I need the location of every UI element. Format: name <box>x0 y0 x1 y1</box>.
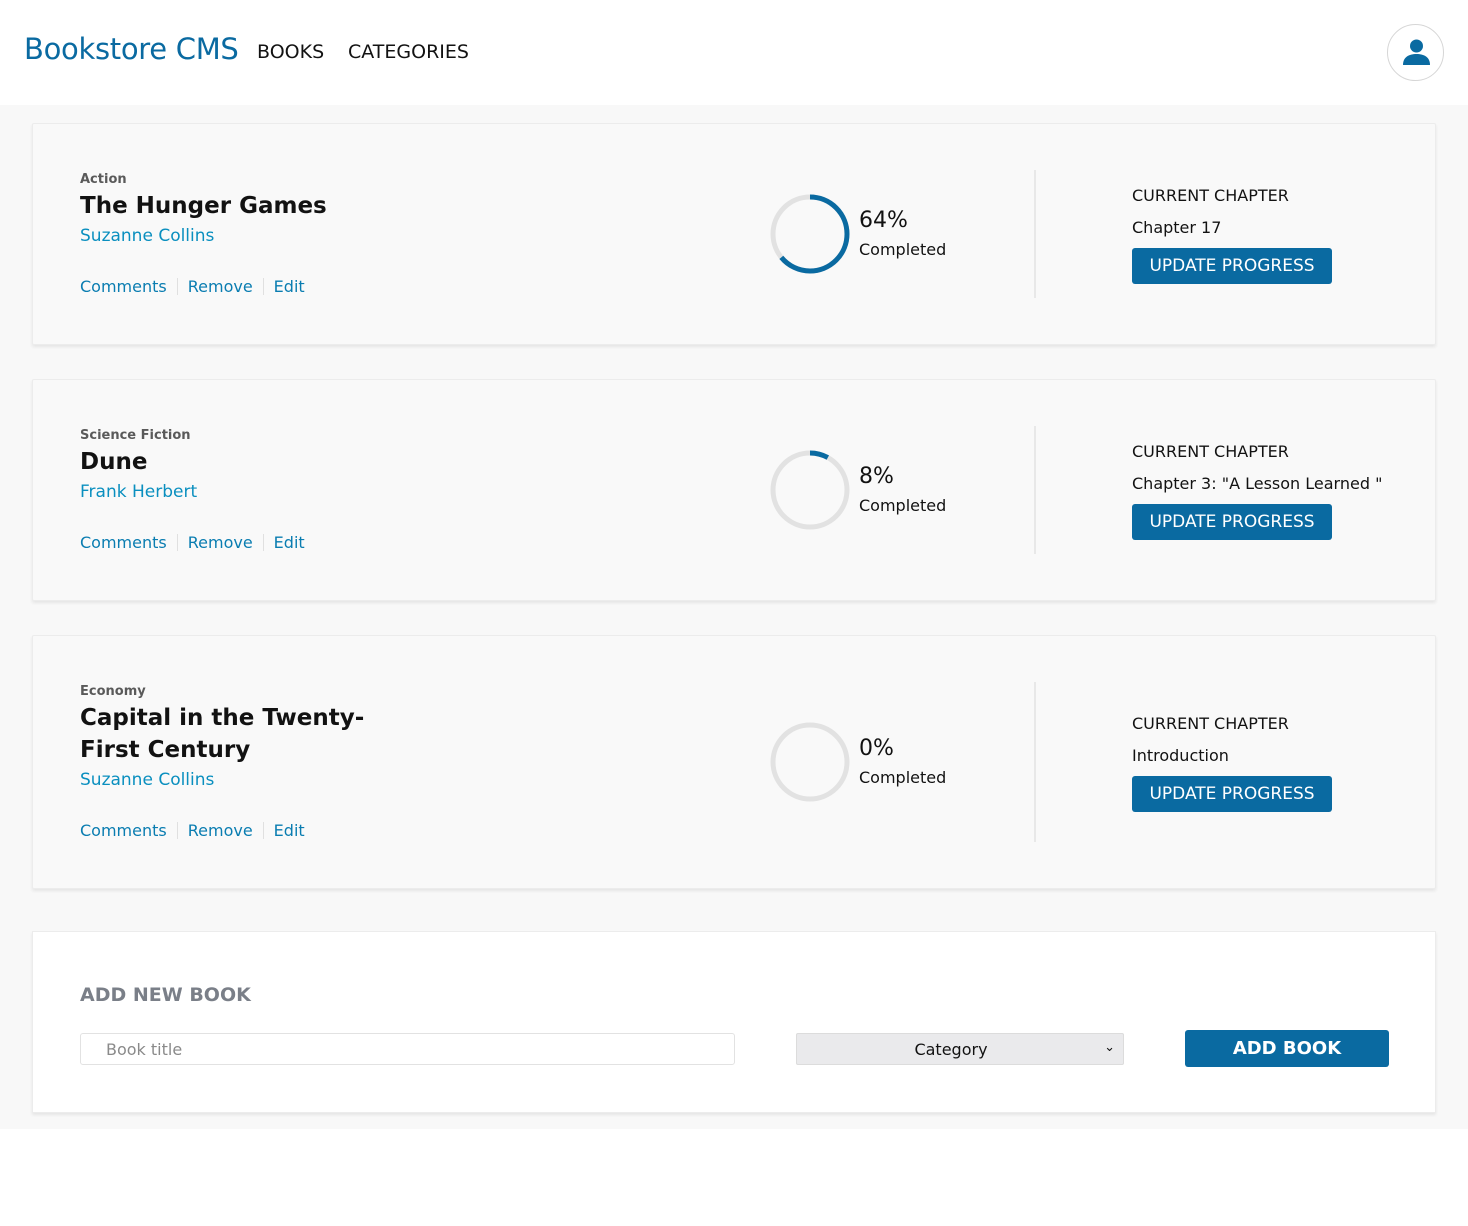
book-genre: Economy <box>80 684 146 699</box>
user-icon <box>1403 39 1430 65</box>
book-actions: Comments Remove Edit <box>80 533 305 552</box>
remove-button[interactable]: Remove <box>188 821 253 840</box>
app-header: Bookstore CMS BOOKS CATEGORIES <box>0 0 1468 105</box>
remove-button[interactable]: Remove <box>188 533 253 552</box>
current-chapter: Chapter 3: "A Lesson Learned " <box>1132 474 1383 493</box>
comments-button[interactable]: Comments <box>80 277 167 296</box>
book-author[interactable]: Suzanne Collins <box>80 770 214 790</box>
comments-button[interactable]: Comments <box>80 533 167 552</box>
current-chapter-label: CURRENT CHAPTER <box>1132 442 1289 461</box>
progress-ring <box>770 450 850 530</box>
progress-percent: 0% <box>859 736 894 761</box>
progress-ring <box>770 722 850 802</box>
edit-button[interactable]: Edit <box>274 821 305 840</box>
update-progress-button[interactable]: UPDATE PROGRESS <box>1132 248 1332 284</box>
book-title: The Hunger Games <box>80 193 327 219</box>
progress-ring <box>770 194 850 274</box>
completed-label: Completed <box>859 768 947 787</box>
book-actions: Comments Remove Edit <box>80 821 305 840</box>
current-chapter-label: CURRENT CHAPTER <box>1132 186 1289 205</box>
update-progress-button[interactable]: UPDATE PROGRESS <box>1132 504 1332 540</box>
book-author[interactable]: Frank Herbert <box>80 482 197 502</box>
current-chapter-label: CURRENT CHAPTER <box>1132 714 1289 733</box>
book-title: Dune <box>80 449 148 475</box>
chevron-down-icon: ⌄ <box>1104 1040 1115 1055</box>
book-title-input[interactable] <box>80 1033 735 1065</box>
completed-label: Completed <box>859 240 947 259</box>
user-avatar-button[interactable] <box>1387 24 1444 81</box>
divider <box>262 534 264 551</box>
category-select[interactable]: Category ⌄ <box>796 1033 1124 1065</box>
book-card: Economy Capital in the Twenty-First Cent… <box>32 635 1436 889</box>
book-card: Action The Hunger Games Suzanne Collins … <box>32 123 1436 345</box>
vertical-divider <box>1034 170 1036 298</box>
edit-button[interactable]: Edit <box>274 277 305 296</box>
book-author[interactable]: Suzanne Collins <box>80 226 214 246</box>
vertical-divider <box>1034 426 1036 554</box>
vertical-divider <box>1034 682 1036 842</box>
progress-percent: 8% <box>859 464 894 489</box>
book-genre: Science Fiction <box>80 428 191 443</box>
add-book-form: ADD NEW BOOK Category ⌄ ADD BOOK <box>32 931 1436 1113</box>
book-title: Capital in the Twenty-First Century <box>80 705 365 763</box>
edit-button[interactable]: Edit <box>274 533 305 552</box>
app-logo[interactable]: Bookstore CMS <box>24 32 239 66</box>
completed-label: Completed <box>859 496 947 515</box>
book-card: Science Fiction Dune Frank Herbert Comme… <box>32 379 1436 601</box>
divider <box>176 822 178 839</box>
book-actions: Comments Remove Edit <box>80 277 305 296</box>
comments-button[interactable]: Comments <box>80 821 167 840</box>
add-book-button[interactable]: ADD BOOK <box>1185 1030 1389 1067</box>
current-chapter: Introduction <box>1132 746 1229 765</box>
progress-percent: 64% <box>859 208 908 233</box>
category-select-value: Category <box>914 1040 988 1059</box>
nav-books[interactable]: BOOKS <box>257 41 324 63</box>
divider <box>176 534 178 551</box>
book-genre: Action <box>80 172 127 187</box>
divider <box>262 822 264 839</box>
remove-button[interactable]: Remove <box>188 277 253 296</box>
progress-ring-track <box>770 450 850 530</box>
current-chapter: Chapter 17 <box>1132 218 1222 237</box>
nav-categories[interactable]: CATEGORIES <box>348 41 469 63</box>
divider <box>176 278 178 295</box>
progress-ring-track <box>770 722 850 802</box>
update-progress-button[interactable]: UPDATE PROGRESS <box>1132 776 1332 812</box>
add-book-heading: ADD NEW BOOK <box>80 984 251 1006</box>
divider <box>262 278 264 295</box>
book-list-area: Action The Hunger Games Suzanne Collins … <box>0 105 1468 1129</box>
